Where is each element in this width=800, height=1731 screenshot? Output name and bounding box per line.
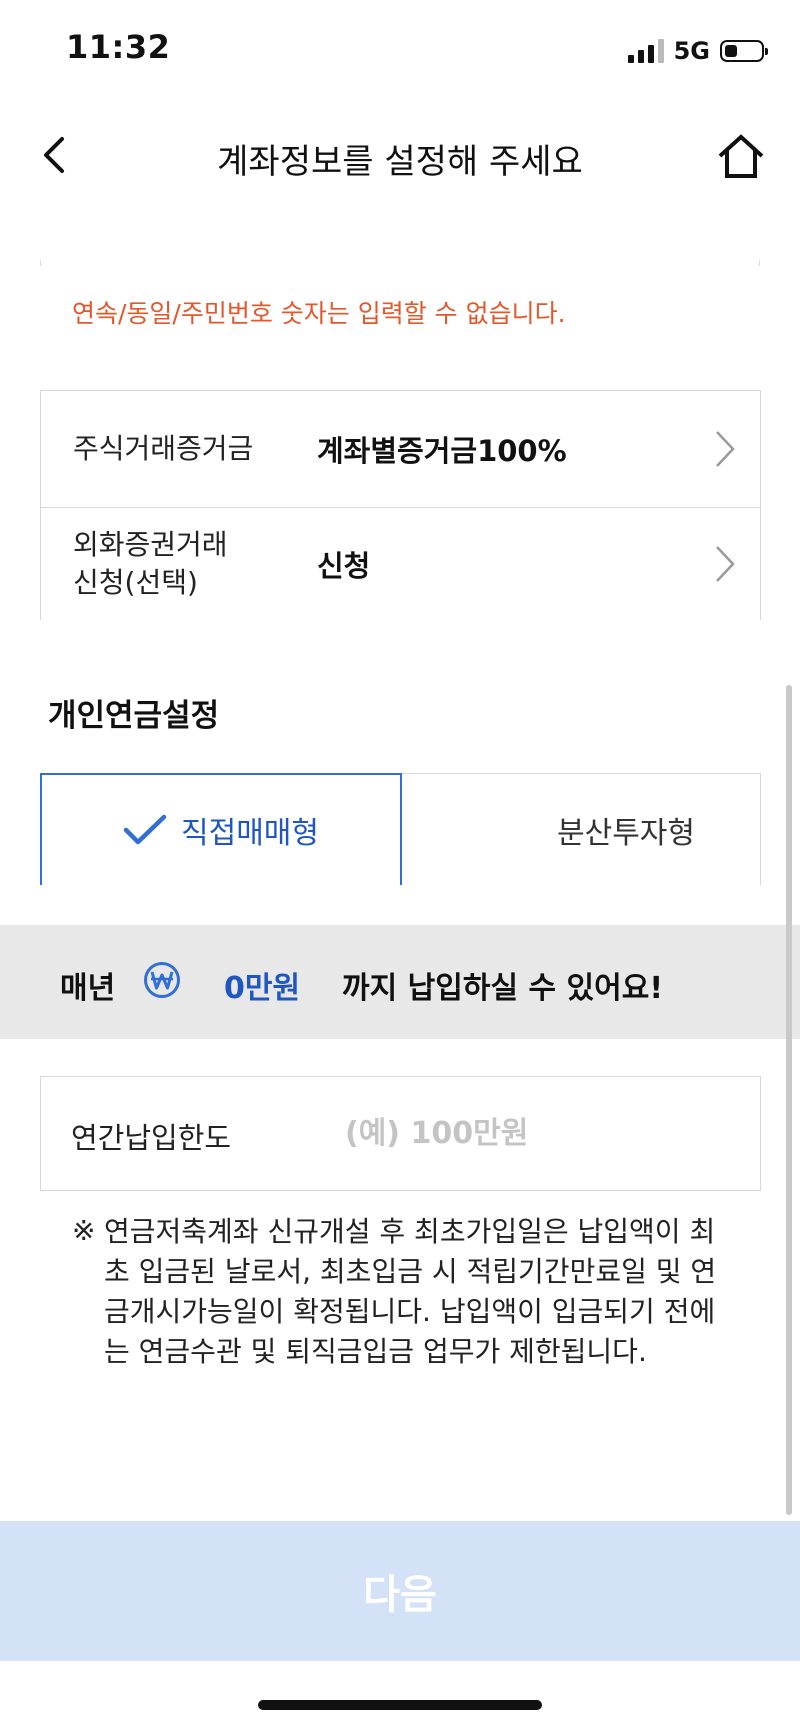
won-coin-icon <box>144 962 180 998</box>
section-divider <box>40 260 760 267</box>
home-icon <box>718 134 764 178</box>
annual-limit-row: 연간납입한도 <box>40 1076 761 1191</box>
home-button[interactable] <box>716 132 766 182</box>
battery-icon <box>720 40 768 62</box>
banner-amount: 0만원 <box>224 971 301 1006</box>
setting-label: 주식거래증거금 <box>73 432 254 465</box>
setting-value: 계좌별증거금100% <box>317 434 567 468</box>
signal-icon <box>627 39 664 63</box>
scrollbar[interactable] <box>786 685 792 1515</box>
setting-label: 외화증권거래 신청(선택) <box>73 528 228 599</box>
setting-row-margin[interactable]: 주식거래증거금 계좌별증거금100% <box>41 391 760 508</box>
next-button[interactable]: 다음 <box>0 1521 800 1661</box>
notice-mark: ※ <box>72 1214 96 1247</box>
page-title: 계좌정보를 설정해 주세요 <box>217 142 583 182</box>
account-settings-card: 주식거래증거금 계좌별증거금100% 외화증권거래 신청(선택) 신청 <box>40 390 761 620</box>
banner-message: 까지 납입하실 수 있어요! <box>342 971 664 1006</box>
tab-label: 직접매매형 <box>181 816 319 851</box>
tab-label: 분산투자형 <box>557 815 695 851</box>
password-warning: 연속/동일/주민번호 숫자는 입력할 수 없습니다. <box>72 299 566 328</box>
status-time: 11:32 <box>66 28 171 66</box>
network-type: 5G <box>673 37 710 65</box>
tab-diversified-investment[interactable]: 분산투자형 <box>402 773 761 885</box>
annual-limit-banner: 매년 0만원 까지 납입하실 수 있어요! <box>0 925 800 1039</box>
home-indicator[interactable] <box>258 1700 542 1710</box>
pension-section-title: 개인연금설정 <box>48 698 220 734</box>
chevron-right-icon <box>716 431 735 467</box>
check-icon <box>123 814 167 845</box>
annual-limit-input[interactable] <box>345 1105 735 1161</box>
notice-text: 연금저축계좌 신규개설 후 최초가입일은 납입액이 최초 입금된 날로서, 최초… <box>104 1215 717 1368</box>
banner-prefix: 매년 <box>60 971 116 1006</box>
setting-value: 신청 <box>317 549 371 583</box>
chevron-right-icon <box>716 546 735 582</box>
setting-row-foreign-securities[interactable]: 외화증권거래 신청(선택) 신청 <box>41 507 760 621</box>
tab-direct-trading[interactable]: 직접매매형 <box>40 773 402 885</box>
annual-limit-label: 연간납입한도 <box>71 1121 232 1155</box>
status-indicators: 5G <box>627 36 768 66</box>
